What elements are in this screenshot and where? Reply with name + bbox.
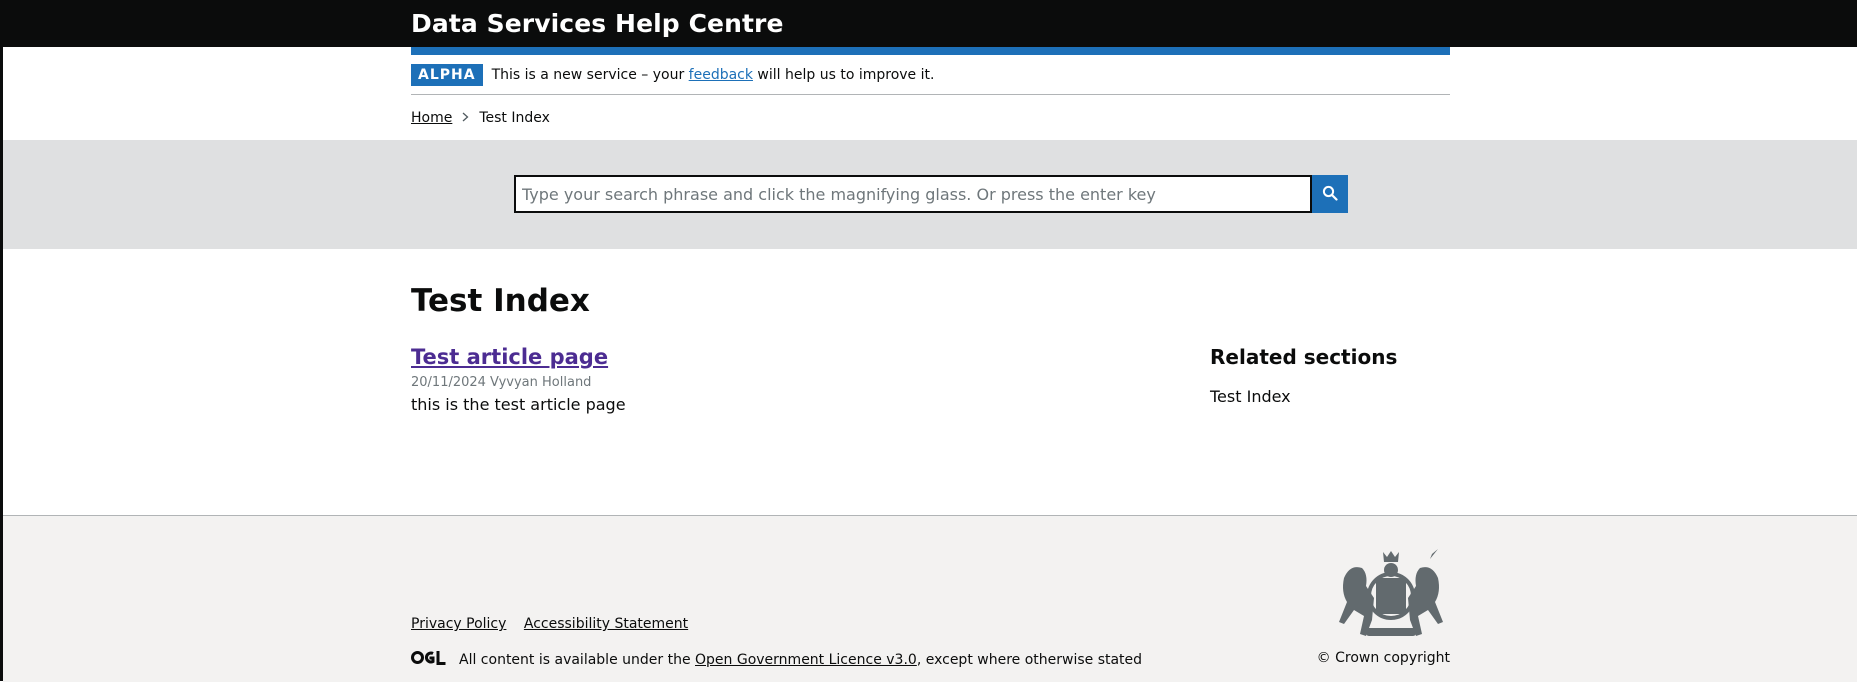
related-sections-heading: Related sections (1210, 345, 1398, 369)
ogl-licence-link[interactable]: Open Government Licence v3.0 (695, 652, 917, 668)
phase-banner: ALPHA This is a new service – your feedb… (411, 55, 1450, 95)
article-title-link[interactable]: Test article page (411, 345, 608, 369)
service-name-link[interactable]: Data Services Help Centre (411, 0, 1450, 47)
site-header: Data Services Help Centre (3, 0, 1857, 47)
crown-copyright: © Crown copyright (1316, 650, 1450, 666)
phase-tag: ALPHA (411, 63, 483, 86)
header-accent-bar (411, 47, 1450, 55)
search-input[interactable] (514, 175, 1312, 213)
main-content: Test Index Test article page 20/11/2024 … (411, 249, 1450, 515)
royal-coat-of-arms (1336, 548, 1446, 644)
article-description: this is the test article page (411, 395, 626, 414)
breadcrumb-home-link[interactable]: Home (411, 110, 452, 126)
privacy-policy-link[interactable]: Privacy Policy (411, 616, 506, 632)
related-sections: Related sections Test Index (1210, 345, 1450, 406)
site-footer: Privacy Policy Accessibility Statement A… (3, 515, 1857, 682)
article-meta: 20/11/2024 Vyvyan Holland (411, 375, 592, 390)
related-section-item: Test Index (1210, 387, 1291, 406)
chevron-right-icon (462, 111, 469, 125)
search-form (514, 175, 1348, 213)
footer-links: Privacy Policy Accessibility Statement (411, 616, 701, 632)
breadcrumb-current: Test Index (479, 109, 550, 126)
accessibility-statement-link[interactable]: Accessibility Statement (524, 616, 688, 632)
licence-text: All content is available under the Open … (411, 650, 1142, 669)
breadcrumb: Home Test Index (411, 95, 1450, 140)
list-item: Test article page 20/11/2024 Vyvyan Holl… (411, 345, 1011, 414)
page-title: Test Index (411, 283, 590, 319)
ogl-logo (411, 650, 447, 669)
search-section (3, 140, 1857, 249)
search-button[interactable] (1312, 175, 1348, 213)
magnifying-glass-icon (1322, 185, 1338, 204)
phase-banner-text: This is a new service – your feedback wi… (491, 66, 935, 83)
feedback-link[interactable]: feedback (689, 67, 753, 83)
